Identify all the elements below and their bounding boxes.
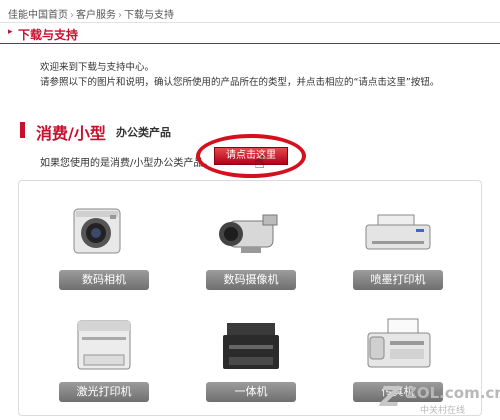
arrow-right-icon: ▸ xyxy=(8,27,13,37)
breadcrumb-current: 下载与支持 xyxy=(124,10,174,21)
intro-text: 欢迎来到下载与支持中心。 请参照以下的图片和说明，确认您所使用的产品所在的类型，… xyxy=(40,60,439,90)
watermark-site: ZOL.com.cn xyxy=(406,384,500,402)
breadcrumb-service[interactable]: 客户服务 xyxy=(76,10,116,21)
product-label[interactable]: 激光打印机 xyxy=(59,382,149,402)
camcorder-icon xyxy=(219,214,278,253)
intro-line-1: 欢迎来到下载与支持中心。 xyxy=(40,62,155,73)
category-subtitle: 办公类产品 xyxy=(116,126,171,139)
multifunction-icon xyxy=(223,323,279,369)
fax-icon xyxy=(367,318,431,368)
section-header: ▸ 下载与支持 xyxy=(0,22,500,44)
zol-watermark-logo: Z ZOL.com.cn 中关村在线 xyxy=(380,380,500,416)
product-camcorder[interactable]: 数码摄像机 xyxy=(196,197,306,297)
product-multifunction[interactable]: 一体机 xyxy=(196,309,306,409)
category-marker xyxy=(20,122,25,138)
product-inkjet-printer[interactable]: 喷墨打印机 xyxy=(343,197,453,297)
hand-cursor-icon: ☝ xyxy=(254,152,265,173)
product-label[interactable]: 数码摄像机 xyxy=(206,270,296,290)
inkjet-printer-icon xyxy=(365,214,431,250)
highlight-circle xyxy=(196,134,306,178)
product-label[interactable]: 喷墨打印机 xyxy=(353,270,443,290)
breadcrumb-separator: › xyxy=(118,10,122,21)
breadcrumb-home[interactable]: 佳能中国首页 xyxy=(8,10,68,21)
category-hint: 如果您使用的是消费/小型办公类产品， xyxy=(40,158,214,169)
breadcrumb: 佳能中国首页 › 客户服务 › 下载与支持 xyxy=(8,6,174,21)
intro-line-2: 请参照以下的图片和说明，确认您所使用的产品所在的类型，并点击相应的“请点击这里”… xyxy=(40,77,440,88)
camera-icon xyxy=(73,208,121,254)
product-laser-printer[interactable]: 激光打印机 xyxy=(49,309,159,409)
watermark-letter: Z xyxy=(380,380,401,413)
product-label[interactable]: 一体机 xyxy=(206,382,296,402)
breadcrumb-separator: › xyxy=(70,10,74,21)
watermark-cn: 中关村在线 xyxy=(420,406,466,416)
product-label[interactable]: 数码相机 xyxy=(59,270,149,290)
product-camera[interactable]: 数码相机 xyxy=(49,197,159,297)
laser-printer-icon xyxy=(77,320,131,370)
category-title: 消费/小型 xyxy=(36,124,106,143)
section-title: 下载与支持 xyxy=(18,28,79,42)
